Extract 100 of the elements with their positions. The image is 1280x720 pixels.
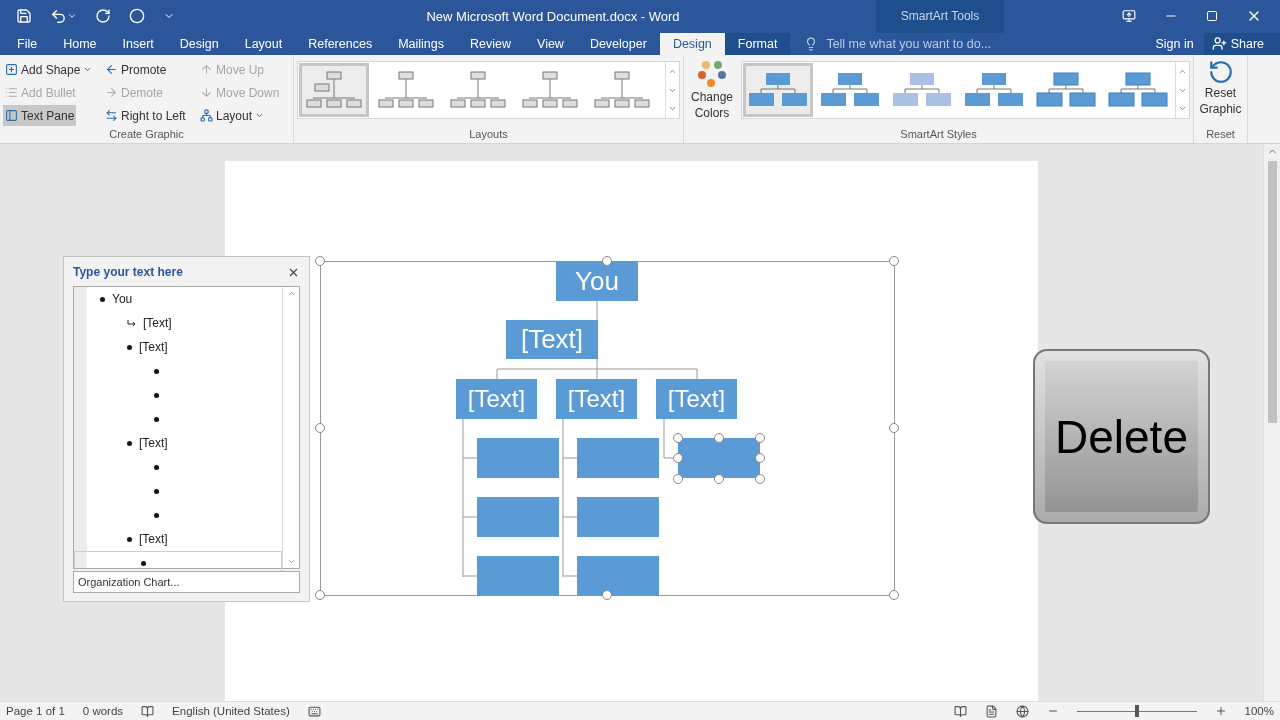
zoom-percent[interactable]: 100% — [1244, 705, 1274, 718]
web-layout-icon[interactable] — [1015, 704, 1029, 718]
empty-org-node[interactable] — [477, 497, 559, 538]
resize-handle[interactable] — [673, 453, 683, 464]
resize-handle[interactable] — [755, 453, 765, 464]
redo-icon[interactable] — [95, 8, 111, 25]
ribbon-button[interactable]: Layout — [198, 105, 267, 127]
resize-handle[interactable] — [755, 474, 765, 485]
bullet-icon — [127, 344, 132, 350]
maximize-icon[interactable] — [1206, 10, 1218, 23]
empty-org-node[interactable] — [577, 556, 659, 597]
add-bullet-icon — [5, 86, 18, 100]
word-count[interactable]: 0 words — [82, 705, 124, 718]
share-button[interactable]: Share — [1203, 32, 1280, 56]
empty-org-node[interactable] — [477, 556, 559, 597]
resize-handle[interactable] — [889, 423, 899, 434]
text-pane-icon — [5, 109, 18, 123]
ribbon-tab[interactable]: Design — [166, 32, 232, 56]
text-pane-item[interactable]: You — [87, 287, 282, 312]
change-colors-button[interactable]: Change Colors — [687, 59, 737, 129]
empty-org-node[interactable] — [678, 438, 760, 479]
bullet-text: [Text] — [139, 340, 168, 355]
resize-handle[interactable] — [315, 256, 325, 267]
empty-org-node[interactable] — [577, 438, 659, 479]
page-count[interactable]: Page 1 of 1 — [6, 705, 65, 718]
ribbon-display-icon[interactable] — [1122, 9, 1136, 24]
ribbon-tab[interactable]: Layout — [231, 32, 296, 56]
ribbon-tab[interactable]: Design — [659, 32, 725, 56]
move-down-icon — [200, 86, 213, 100]
proofing-icon[interactable] — [141, 704, 155, 718]
resize-handle[interactable] — [602, 590, 612, 601]
group-label: Layouts — [468, 128, 509, 143]
ribbon-button[interactable]: Text Pane — [3, 105, 77, 127]
context-tab-label: SmartArt Tools — [876, 0, 1004, 33]
group-label: Reset — [1205, 128, 1236, 143]
move-up-icon — [200, 63, 213, 77]
layout-icon — [200, 109, 213, 123]
bullet-text: [Text] — [143, 316, 172, 331]
resize-handle[interactable] — [673, 474, 683, 485]
ribbon-tab[interactable]: Home — [50, 32, 110, 56]
resize-handle[interactable] — [602, 256, 612, 267]
language-status[interactable]: English (United States) — [172, 705, 290, 718]
reset-icon — [1207, 59, 1234, 86]
keyboard-icon[interactable] — [307, 704, 321, 718]
undo-icon[interactable] — [50, 7, 77, 25]
ribbon-button[interactable]: Promote — [103, 59, 169, 81]
ribbon-tab[interactable]: Developer — [576, 32, 660, 56]
ribbon-button[interactable]: Add Shape — [3, 59, 95, 81]
zoom-in-icon[interactable] — [1214, 705, 1227, 718]
empty-org-node[interactable] — [577, 497, 659, 538]
read-mode-icon[interactable] — [953, 704, 967, 718]
reset-graphic-button[interactable]: Reset Graphic — [1197, 59, 1244, 129]
tell-me-field[interactable]: Tell me what you want to do... — [824, 36, 1045, 52]
circle-icon[interactable] — [129, 8, 145, 25]
text-pane-item[interactable]: [Text] — [87, 431, 282, 456]
ribbon-tab[interactable]: Insert — [109, 32, 167, 56]
resize-handle[interactable] — [889, 256, 899, 267]
bullet-text: You — [112, 292, 133, 307]
ribbon-tab[interactable]: File — [4, 32, 51, 56]
ribbon-tab[interactable]: Review — [457, 32, 524, 56]
text-pane-item[interactable]: [Text] — [87, 527, 282, 552]
layout-option[interactable] — [299, 63, 369, 118]
org-style-icon — [1036, 72, 1096, 109]
scrollbar-thumb[interactable] — [1267, 161, 1277, 424]
resize-handle[interactable] — [315, 590, 325, 601]
print-layout-icon[interactable] — [984, 704, 998, 718]
right-to-left-icon — [105, 109, 118, 123]
resize-handle[interactable] — [714, 433, 724, 444]
org-style-icon — [964, 72, 1024, 109]
pane-footer-link[interactable]: Organization Chart... — [73, 571, 300, 594]
ribbon-tab[interactable]: View — [524, 32, 577, 56]
bullet-icon — [127, 536, 132, 542]
text-pane-item[interactable]: [Text] — [87, 311, 282, 336]
resize-handle[interactable] — [755, 433, 765, 444]
resize-handle[interactable] — [889, 590, 899, 601]
style-option[interactable] — [743, 63, 813, 118]
resize-handle[interactable] — [673, 433, 683, 444]
bullet-icon — [154, 416, 159, 422]
group-label: Create Graphic — [108, 128, 185, 143]
resize-handle[interactable] — [714, 474, 724, 485]
ribbon-tab[interactable]: References — [295, 32, 386, 56]
demote-icon — [105, 86, 118, 100]
add-shape-icon — [5, 63, 18, 77]
bullet-icon — [127, 440, 132, 446]
zoom-slider-thumb[interactable] — [1134, 705, 1139, 718]
org-style-icon — [1108, 72, 1168, 109]
bullet-text: [Text] — [139, 436, 168, 451]
ribbon-tab[interactable]: Mailings — [385, 32, 457, 56]
text-pane-item[interactable]: [Text] — [87, 335, 282, 360]
org-style-icon — [820, 72, 880, 109]
sign-in-link[interactable]: Sign in — [1155, 32, 1194, 56]
person-add-icon — [1211, 36, 1227, 52]
org-style-icon — [892, 72, 952, 109]
org-layout-icon — [449, 70, 507, 111]
save-icon[interactable] — [16, 8, 32, 25]
color-dots-icon — [697, 59, 727, 90]
resize-handle[interactable] — [315, 423, 325, 434]
ribbon-button[interactable]: Right to Left — [103, 105, 188, 127]
empty-org-node[interactable] — [477, 438, 559, 479]
window-title: New Microsoft Word Document.docx - Word — [425, 7, 681, 26]
